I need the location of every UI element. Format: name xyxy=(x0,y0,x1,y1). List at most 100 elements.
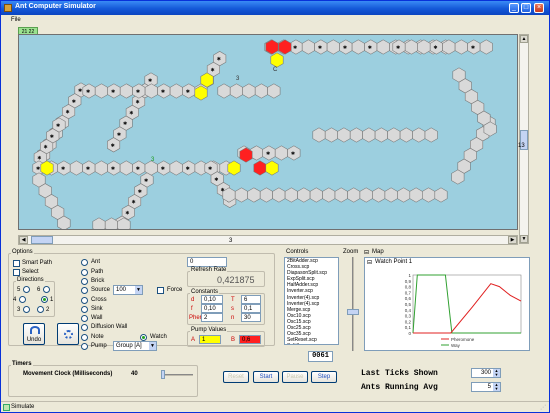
spinner-arrows-icon[interactable]: ▲ ▼ xyxy=(493,383,500,391)
pump-b-field[interactable]: 0,6 xyxy=(239,335,261,344)
yellow-hex-cell[interactable] xyxy=(270,52,284,68)
hex-cell[interactable] xyxy=(234,187,248,203)
constant-field-pher[interactable]: 2 xyxy=(201,313,223,322)
minimize-button[interactable]: _ xyxy=(509,3,519,13)
tool-radio-path[interactable] xyxy=(81,269,88,276)
hex-cell[interactable] xyxy=(69,160,83,176)
zoom-slider[interactable] xyxy=(347,257,359,351)
hex-cell[interactable] xyxy=(267,83,281,99)
tool-radio-note[interactable] xyxy=(81,334,88,341)
pump-group-combo[interactable]: Group [A] ▼ xyxy=(113,341,157,351)
direction-radio-1[interactable] xyxy=(41,296,48,303)
hex-cell[interactable] xyxy=(347,187,361,203)
tool-radio-cross[interactable] xyxy=(81,297,88,304)
direction-radio-6[interactable] xyxy=(43,286,50,293)
hex-cell[interactable] xyxy=(349,127,363,143)
red-hex-cell[interactable] xyxy=(253,160,267,176)
spinner-arrows-icon[interactable]: ▲ ▼ xyxy=(493,369,500,377)
force-checkbox[interactable] xyxy=(157,287,164,294)
hex-cell[interactable] xyxy=(434,187,448,203)
scroll-down-arrow-icon[interactable]: ▼ xyxy=(520,235,528,243)
constant-field-s[interactable]: 0,1 xyxy=(241,304,261,313)
hex-cell[interactable] xyxy=(387,127,401,143)
scroll-right-arrow-icon[interactable]: ▶ xyxy=(508,236,517,244)
hex-cell[interactable] xyxy=(409,187,423,203)
hex-grid[interactable]: ✱ ✱ ✱ ✱ ✱ ✱ ✱✱✱✱✱✱✱✱✱✱✱✱✱✱✱ ✱ ✱ ✱ ✱ ✱ ✱✱ ✱ ✱ ✱ ✱✱✱✱✱✱✱✱✱… xyxy=(19,35,518,230)
watch-radio[interactable] xyxy=(140,334,147,341)
hex-cell[interactable] xyxy=(312,127,326,143)
hex-cell[interactable] xyxy=(92,217,106,230)
direction-radio-5[interactable] xyxy=(23,286,30,293)
hex-cell[interactable] xyxy=(119,160,133,176)
hex-cell[interactable] xyxy=(424,127,438,143)
hex-cell[interactable] xyxy=(309,187,323,203)
step-button[interactable]: Step xyxy=(311,371,337,383)
source-combo[interactable]: 100 ▼ xyxy=(113,285,143,295)
constant-field-n[interactable]: 30 xyxy=(241,313,261,322)
hex-cell[interactable] xyxy=(229,83,243,99)
hex-cell[interactable] xyxy=(359,187,373,203)
direction-radio-4[interactable] xyxy=(19,296,26,303)
settings-button[interactable] xyxy=(57,323,79,345)
movement-slider-thumb[interactable] xyxy=(161,370,165,379)
direction-radio-3[interactable] xyxy=(23,306,30,313)
undo-button[interactable]: Undo xyxy=(23,323,45,345)
hex-cell[interactable] xyxy=(242,83,256,99)
direction-radio-2[interactable] xyxy=(37,306,44,313)
tool-radio-diffusion-wall[interactable] xyxy=(81,324,88,331)
hex-cell[interactable] xyxy=(322,187,336,203)
constant-field-t[interactable]: 6 xyxy=(241,295,261,304)
hex-cell[interactable] xyxy=(301,39,315,55)
hex-cell[interactable] xyxy=(274,145,288,161)
resize-grip-icon[interactable]: ⋰ xyxy=(540,404,547,411)
close-button[interactable]: × xyxy=(534,3,544,13)
scroll-up-arrow-icon[interactable]: ▲ xyxy=(520,35,528,43)
yellow-hex-cell[interactable] xyxy=(265,160,279,176)
watch-point-expand-icon[interactable]: ⊟ xyxy=(367,259,372,266)
hex-cell[interactable] xyxy=(412,127,426,143)
movement-clock-slider[interactable] xyxy=(161,370,193,379)
hex-cell[interactable] xyxy=(284,187,298,203)
simulation-board[interactable]: ✱ ✱ ✱ ✱ ✱ ✱ ✱ ✱ ✱ ✱ ✱ ✱ ✱ ✱ ✱ ✱ ✱ ✱ ✱ ✱ ✱ ✱ ✱ ✱ ✱ ✱ ✱ ✱ ✱ ✱ ✱ ✱ ✱ ✱ ✱ ✱ ✱ ✱ ✱ ✱… xyxy=(18,34,518,230)
hex-cell[interactable] xyxy=(94,83,108,99)
pump-a-field[interactable]: 1 xyxy=(199,335,221,344)
hex-cell[interactable] xyxy=(351,39,365,55)
chevron-down-icon[interactable]: ▼ xyxy=(149,342,156,350)
tool-radio-pump[interactable] xyxy=(81,343,88,350)
hex-cell[interactable] xyxy=(384,187,398,203)
hex-cell[interactable] xyxy=(94,160,108,176)
last-ticks-spinner[interactable]: 300 ▲ ▼ xyxy=(471,368,501,378)
hex-cell[interactable] xyxy=(421,187,436,203)
reset-button[interactable]: Reset xyxy=(223,371,249,383)
hex-cell[interactable] xyxy=(374,127,388,143)
hex-cell[interactable] xyxy=(372,187,386,203)
hex-cell[interactable] xyxy=(119,83,133,99)
tool-radio-brick[interactable] xyxy=(81,278,88,285)
board-vertical-scrollbar[interactable]: ▲ ▼ xyxy=(519,34,529,244)
hex-cell[interactable] xyxy=(169,160,183,176)
hex-cell[interactable] xyxy=(397,187,411,203)
hex-cell[interactable] xyxy=(337,127,351,143)
tool-radio-wall[interactable] xyxy=(81,315,88,322)
constant-field-f[interactable]: 0,10 xyxy=(201,304,223,313)
hex-cell[interactable] xyxy=(399,127,413,143)
menu-file[interactable]: File xyxy=(11,17,21,23)
pause-button[interactable]: Pause xyxy=(282,371,308,383)
start-button[interactable]: Start xyxy=(253,371,279,383)
hex-cell[interactable] xyxy=(362,127,376,143)
constant-field-d[interactable]: 0,10 xyxy=(201,295,223,304)
hex-cell[interactable] xyxy=(254,83,268,99)
zoom-slider-thumb[interactable] xyxy=(347,309,359,315)
tool-radio-source[interactable] xyxy=(81,287,88,294)
maximize-button[interactable]: □ xyxy=(521,3,531,13)
hex-cell[interactable] xyxy=(479,39,493,55)
hex-cell[interactable] xyxy=(334,187,348,203)
hex-cell[interactable] xyxy=(326,39,340,55)
ants-running-avg-spinner[interactable]: 5 ▲ ▼ xyxy=(471,382,501,392)
hex-cell[interactable] xyxy=(169,83,183,99)
rate-input[interactable]: 0 xyxy=(187,257,227,267)
hex-cell[interactable] xyxy=(376,39,390,55)
tool-radio-sink[interactable] xyxy=(81,306,88,313)
hex-cell[interactable] xyxy=(217,83,231,99)
chevron-down-icon[interactable]: ▼ xyxy=(135,286,142,294)
